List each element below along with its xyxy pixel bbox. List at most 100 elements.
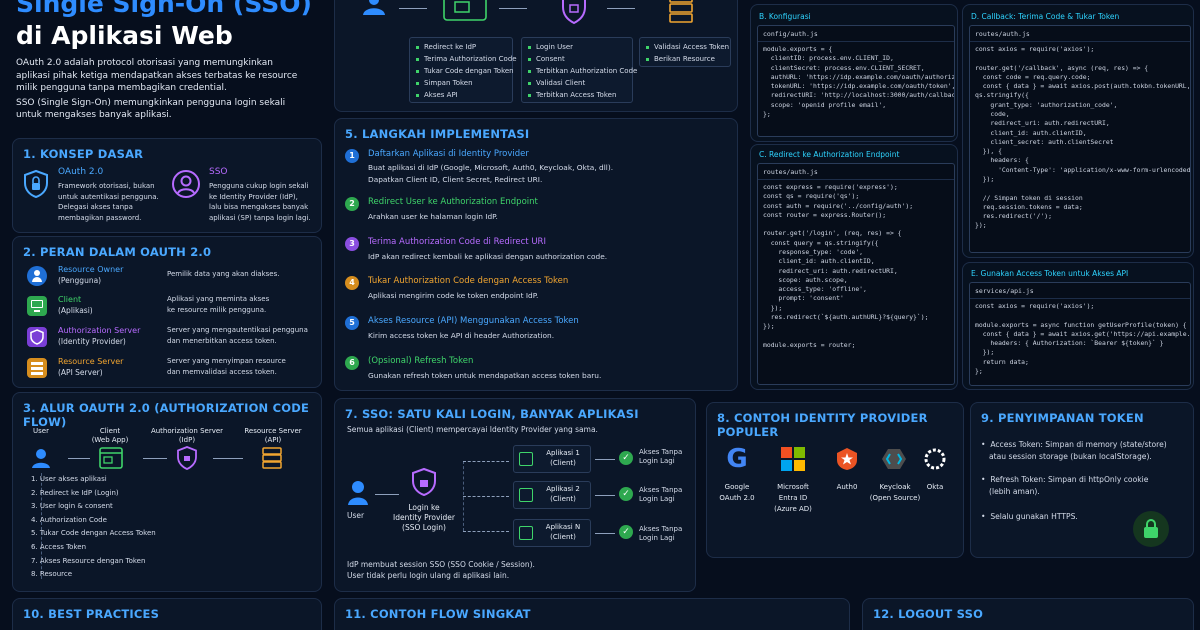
code-block: routes/auth.js const axios = require('ax… bbox=[969, 25, 1191, 253]
bullet-text: Refresh Token: Simpan di httpOnly cookie bbox=[990, 475, 1149, 484]
code-title: B. Konfigurasi bbox=[759, 12, 811, 21]
code-block: services/api.js const axios = require('a… bbox=[969, 282, 1191, 386]
arrow bbox=[463, 461, 509, 462]
arrow bbox=[213, 458, 243, 459]
actor-label: User bbox=[33, 427, 49, 435]
provider-name: Microsoft bbox=[777, 483, 809, 491]
arrow bbox=[463, 531, 509, 532]
microsoft-icon bbox=[781, 447, 805, 471]
step-title: Daftarkan Aplikasi di Identity Provider bbox=[368, 149, 529, 159]
idp-label: (SSO Login) bbox=[402, 523, 446, 532]
web-app-icon bbox=[99, 447, 123, 469]
role-name: Authorization Server bbox=[58, 326, 141, 335]
provider-sub: OAuth 2.0 bbox=[719, 494, 755, 502]
actor-sub: (Web App) bbox=[91, 436, 129, 444]
step-number: 3 bbox=[345, 237, 359, 251]
role-row: Resource Owner (Pengguna) Pemilik data y… bbox=[13, 265, 323, 293]
sso-name: SSO bbox=[209, 167, 228, 177]
flow-step: 8. Resource bbox=[31, 570, 73, 579]
actor-sub: (IdP) bbox=[178, 436, 196, 444]
section-title: 12. LOGOUT SSO bbox=[873, 607, 984, 621]
arrow bbox=[607, 8, 635, 9]
bullet: • Access Token: Simpan di memory (state/… bbox=[981, 439, 1167, 463]
panel-flow-summary: Redirect ke IdP Terima Authorization Cod… bbox=[334, 0, 738, 112]
list-item: Tukar Code dengan Token bbox=[416, 65, 514, 77]
role-sub: (Aplikasi) bbox=[58, 306, 93, 315]
app-name: Aplikasi 2 bbox=[546, 485, 580, 493]
arrow bbox=[595, 459, 615, 460]
section-title: 5. LANGKAH IMPLEMENTASI bbox=[345, 127, 530, 141]
desc-line: Delegasi akses tanpa bbox=[58, 203, 133, 211]
list-text: Simpan Token bbox=[424, 79, 473, 87]
server-icon bbox=[262, 447, 282, 469]
file-name: routes/auth.js bbox=[975, 30, 1030, 38]
role-name: Resource Server bbox=[58, 357, 124, 366]
bullet-text: Selalu gunakan HTTPS. bbox=[990, 512, 1078, 521]
intro-line: untuk mengakses banyak aplikasi. bbox=[16, 110, 172, 120]
okta-icon bbox=[924, 448, 946, 470]
user-icon bbox=[32, 449, 50, 468]
arrow bbox=[375, 494, 399, 495]
oauth-name: OAuth 2.0 bbox=[58, 167, 104, 177]
result-line: Akses Tanpa bbox=[639, 525, 683, 533]
code-title: E. Gunakan Access Token untuk Akses API bbox=[971, 269, 1129, 278]
panel-logout-sso: 12. LOGOUT SSO bbox=[862, 598, 1194, 630]
step-title: (Opsional) Refresh Token bbox=[368, 356, 474, 366]
desc-line: aplikasi (SP) tanpa login lagi. bbox=[209, 213, 311, 222]
actor-label: Client bbox=[99, 427, 121, 435]
server-icon bbox=[669, 0, 693, 23]
page-title-line2: di Aplikasi Web bbox=[16, 21, 233, 50]
intro-line: OAuth 2.0 adalah protocol otorisasi yang… bbox=[16, 58, 273, 68]
keycloak-icon bbox=[882, 449, 906, 469]
result-text: Akses Tanpa Login Lagi bbox=[639, 486, 682, 504]
list-text: Terbitkan Authorization Code bbox=[536, 67, 638, 75]
section-title: 3. ALUR OAUTH 2.0 (AUTHORIZATION CODE FL… bbox=[23, 401, 309, 430]
code-text: const express = require('express'); cons… bbox=[763, 183, 929, 349]
shield-icon bbox=[412, 467, 436, 497]
arrow bbox=[499, 8, 527, 9]
check-icon: ✓ bbox=[619, 487, 633, 501]
flow-step: 1. User akses aplikasi bbox=[31, 475, 107, 483]
step-number: 4 bbox=[345, 276, 359, 290]
panel-alur-oauth: 3. ALUR OAUTH 2.0 (AUTHORIZATION CODE FL… bbox=[12, 392, 322, 592]
flow-steps: 1. User akses aplikasi 2. Redirect ke Id… bbox=[31, 473, 156, 582]
flow-step: 5. Tukar Code dengan Access Token bbox=[31, 529, 156, 538]
provider-sub: Entra ID bbox=[778, 494, 808, 502]
desc-line: ke Identity Provider (IdP), bbox=[209, 192, 298, 201]
app-name: Aplikasi 1 bbox=[546, 449, 580, 457]
file-name: config/auth.js bbox=[763, 30, 818, 38]
list-text: Redirect ke IdP bbox=[424, 43, 477, 51]
user-icon bbox=[363, 0, 385, 15]
desc-line: Framework otorisasi, bukan bbox=[58, 182, 155, 190]
result-line: Akses Tanpa bbox=[639, 486, 683, 494]
panel-konsep-dasar: 1. KONSEP DASAR OAuth 2.0 Framework otor… bbox=[12, 138, 322, 233]
web-app-icon bbox=[443, 0, 487, 21]
step-desc: Dapatkan Client ID, Client Secret, Redir… bbox=[368, 175, 543, 184]
arrow bbox=[68, 458, 90, 459]
panel-langkah: 5. LANGKAH IMPLEMENTASI 1 Daftarkan Apli… bbox=[334, 118, 738, 391]
role-sub: (Pengguna) bbox=[58, 276, 102, 285]
list-item: Terbitkan Authorization Code bbox=[528, 65, 637, 77]
role-sub: (Identity Provider) bbox=[58, 337, 126, 346]
list-item: Terbitkan Access Token bbox=[528, 89, 626, 101]
section-title: 7. SSO: SATU KALI LOGIN, BANYAK APLIKASI bbox=[345, 407, 639, 421]
flow-step: 6. Access Token bbox=[31, 542, 87, 551]
app-box: Aplikasi 2 (Client) bbox=[513, 481, 591, 509]
server-icon bbox=[27, 358, 47, 378]
flow-step: 2. Redirect ke IdP (Login) bbox=[31, 488, 119, 497]
role-desc: dan menerbitkan access token. bbox=[167, 337, 277, 345]
code-block: routes/auth.js const express = require('… bbox=[757, 163, 955, 385]
arrow bbox=[143, 458, 167, 459]
step-title: Akses Resource (API) Menggunakan Access … bbox=[368, 316, 579, 326]
list-item: Login User bbox=[528, 41, 626, 53]
step-title: Redirect User ke Authorization Endpoint bbox=[368, 197, 538, 207]
flow-step: 3. User login & consent bbox=[31, 502, 113, 511]
user-icon bbox=[27, 266, 47, 286]
arrow bbox=[463, 496, 509, 497]
list-item: Consent bbox=[528, 53, 626, 65]
check-icon: ✓ bbox=[619, 525, 633, 539]
desc-line: lalu bisa mengakses banyak bbox=[209, 203, 309, 211]
list-item: Validasi Access Token bbox=[646, 41, 729, 53]
section-title: 1. KONSEP DASAR bbox=[23, 147, 144, 161]
panel-idp-populer: 8. CONTOH IDENTITY PROVIDER POPULER G Go… bbox=[706, 402, 964, 558]
